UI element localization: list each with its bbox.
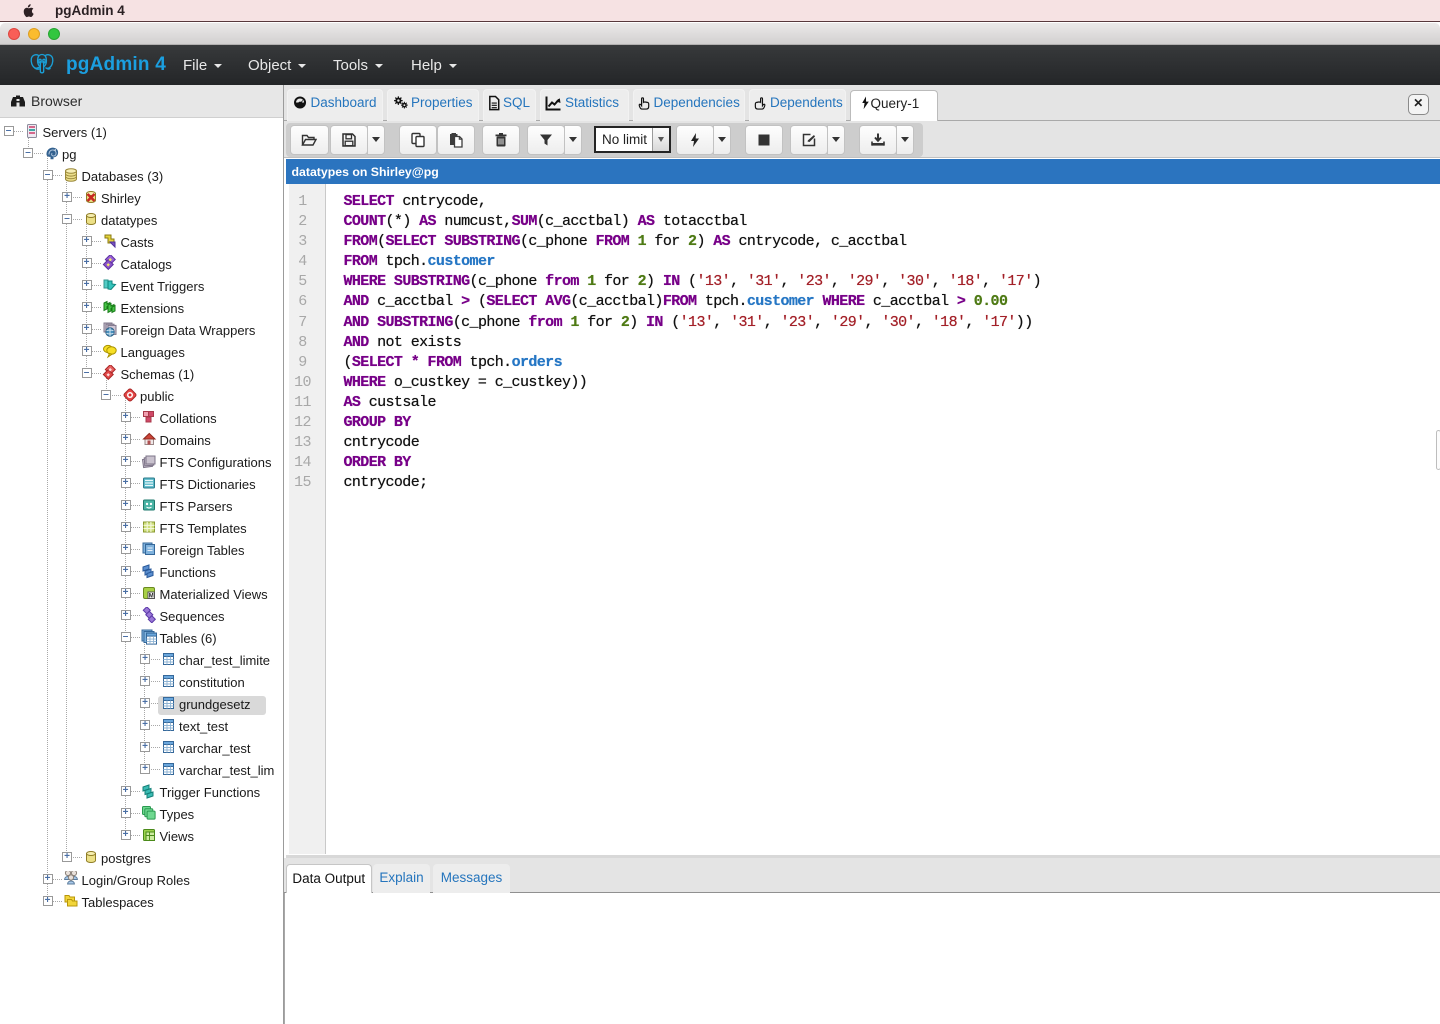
svg-text:M: M — [149, 594, 154, 600]
